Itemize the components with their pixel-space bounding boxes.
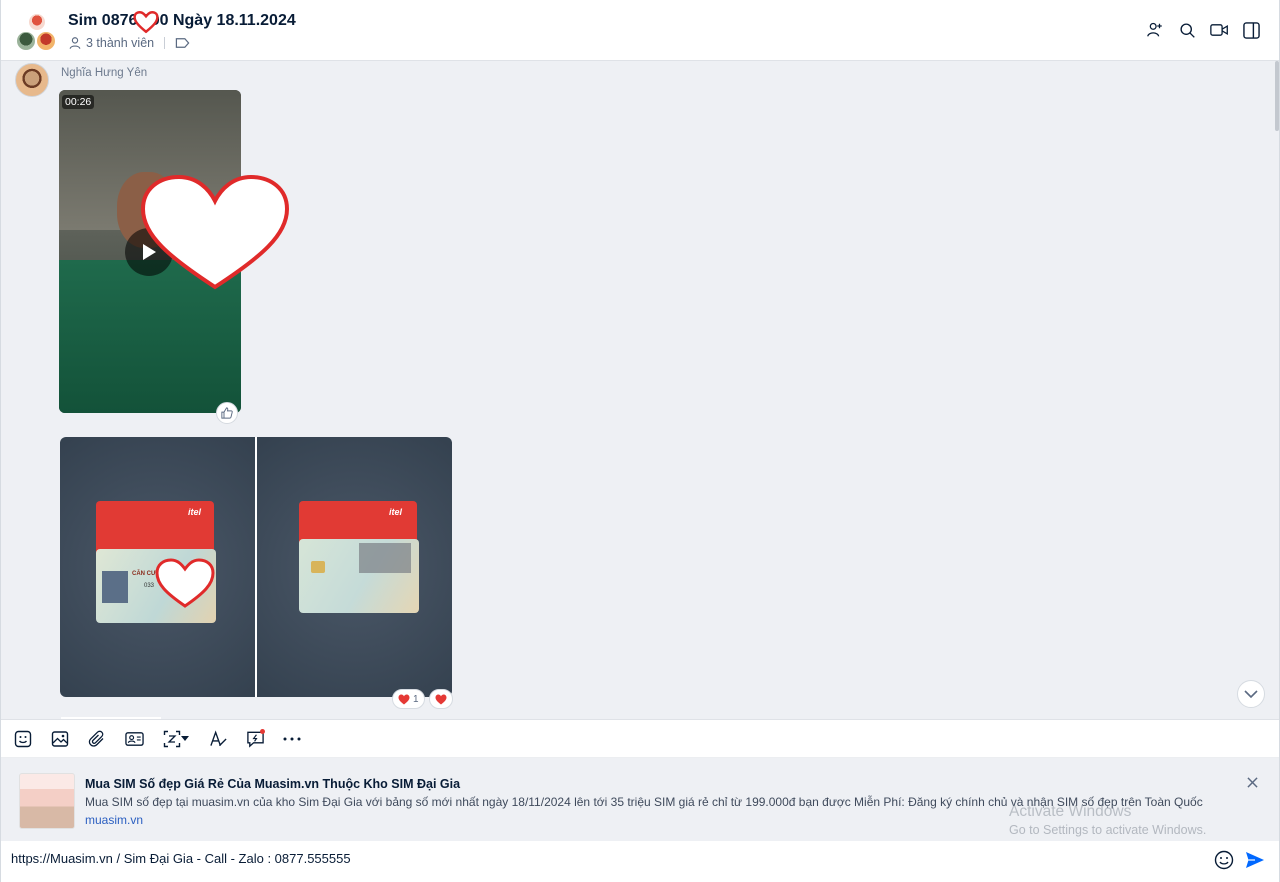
close-preview-button[interactable] — [1244, 774, 1260, 790]
chat-header: Sim 0876 990 Ngày 18.11.2024 3 thành viê… — [1, 0, 1279, 61]
reaction-heart-count[interactable]: 1 — [392, 689, 425, 709]
contact-card-button[interactable] — [122, 727, 146, 751]
itel-logo: itel — [188, 507, 202, 517]
format-text-button[interactable] — [206, 727, 230, 751]
conversation-title[interactable]: Sim 0876 990 Ngày 18.11.2024 — [68, 12, 296, 30]
sidebar-panel-icon — [1242, 21, 1260, 39]
photo-album[interactable]: itel CĂN CƯỚC 033 itel — [60, 437, 452, 697]
chat-window: Sim 0876 990 Ngày 18.11.2024 3 thành viê… — [0, 0, 1280, 882]
thumbs-up-icon — [221, 407, 233, 419]
header-actions — [1145, 18, 1261, 42]
image-icon — [51, 730, 69, 747]
group-avatar[interactable] — [15, 12, 59, 52]
quick-message-button[interactable] — [243, 727, 267, 751]
member-count[interactable]: 3 thành viên — [86, 36, 154, 50]
contact-card-icon — [124, 731, 144, 746]
member-avatar — [15, 30, 37, 52]
link-preview-thumbnail — [19, 773, 75, 829]
caret-down-icon — [181, 735, 189, 741]
id-card-number: 033 — [144, 583, 155, 589]
heart-icon — [435, 694, 447, 704]
like-button[interactable] — [216, 402, 238, 424]
screenshot-button[interactable] — [159, 727, 193, 751]
heart-sticker-icon — [155, 558, 215, 608]
reactions: 1 — [392, 689, 453, 709]
add-user-icon — [1147, 22, 1162, 37]
sticker-icon — [14, 730, 32, 747]
user-icon — [69, 37, 81, 49]
member-info: 3 thành viên — [68, 36, 190, 50]
message-input[interactable]: https://Muasim.vn / Sim Đại Gia - Call -… — [11, 851, 351, 866]
member-avatar — [27, 12, 47, 32]
toggle-sidebar-button[interactable] — [1241, 18, 1261, 42]
id-photo — [102, 571, 128, 603]
heart-icon — [398, 694, 410, 704]
send-icon[interactable] — [1244, 849, 1266, 871]
screenshot-icon — [163, 730, 181, 747]
add-member-button[interactable] — [1145, 18, 1165, 42]
react-button[interactable] — [428, 689, 453, 709]
video-call-icon — [1209, 24, 1228, 36]
sender-name: Nghĩa Hưng Yên — [61, 67, 148, 79]
itel-logo: itel — [389, 507, 403, 517]
more-horizontal-icon — [283, 737, 301, 740]
attach-file-button[interactable] — [85, 727, 109, 751]
text-format-icon — [209, 729, 227, 746]
divider — [164, 37, 166, 49]
scroll-to-bottom-button[interactable] — [1237, 680, 1265, 708]
chevron-down-icon — [1244, 689, 1258, 698]
activation-watermark-title: Activate Windows — [1009, 803, 1132, 820]
avatar[interactable] — [15, 63, 49, 97]
member-avatar — [35, 30, 57, 52]
more-options-button[interactable] — [280, 727, 304, 751]
id-card — [299, 539, 419, 613]
video-call-button[interactable] — [1209, 18, 1229, 42]
search-icon — [1179, 22, 1195, 38]
scrollbar[interactable] — [1275, 61, 1279, 131]
search-button[interactable] — [1177, 18, 1197, 42]
tag-icon[interactable] — [175, 37, 190, 49]
activation-watermark-text: Go to Settings to activate Windows. — [1009, 823, 1207, 837]
image-button[interactable] — [48, 727, 72, 751]
heart-sticker-icon — [133, 11, 159, 34]
message-list[interactable]: Nghĩa Hưng Yên 00:26 itel CĂN CƯỚC 033 i… — [1, 61, 1279, 719]
link-preview-title: Mua SIM Số đẹp Giá Rẻ Của Muasim.vn Thuộ… — [85, 777, 461, 791]
message-composer: https://Muasim.vn / Sim Đại Gia - Call -… — [1, 841, 1279, 882]
notification-dot — [260, 728, 265, 734]
id-chip — [311, 561, 325, 573]
link-preview-domain[interactable]: muasim.vn — [85, 813, 143, 827]
fingerprint — [359, 543, 411, 573]
close-icon — [1246, 776, 1258, 788]
heart-sticker-icon — [140, 174, 290, 290]
reaction-count: 1 — [413, 693, 419, 705]
composer-toolbar — [1, 719, 1279, 758]
photo-id-card-front[interactable]: itel CĂN CƯỚC 033 — [60, 437, 255, 697]
photo-id-card-back[interactable]: itel — [257, 437, 452, 697]
video-duration: 00:26 — [62, 95, 95, 109]
sticker-button[interactable] — [11, 727, 35, 751]
emoji-icon[interactable] — [1213, 849, 1235, 871]
paperclip-icon — [88, 730, 104, 747]
